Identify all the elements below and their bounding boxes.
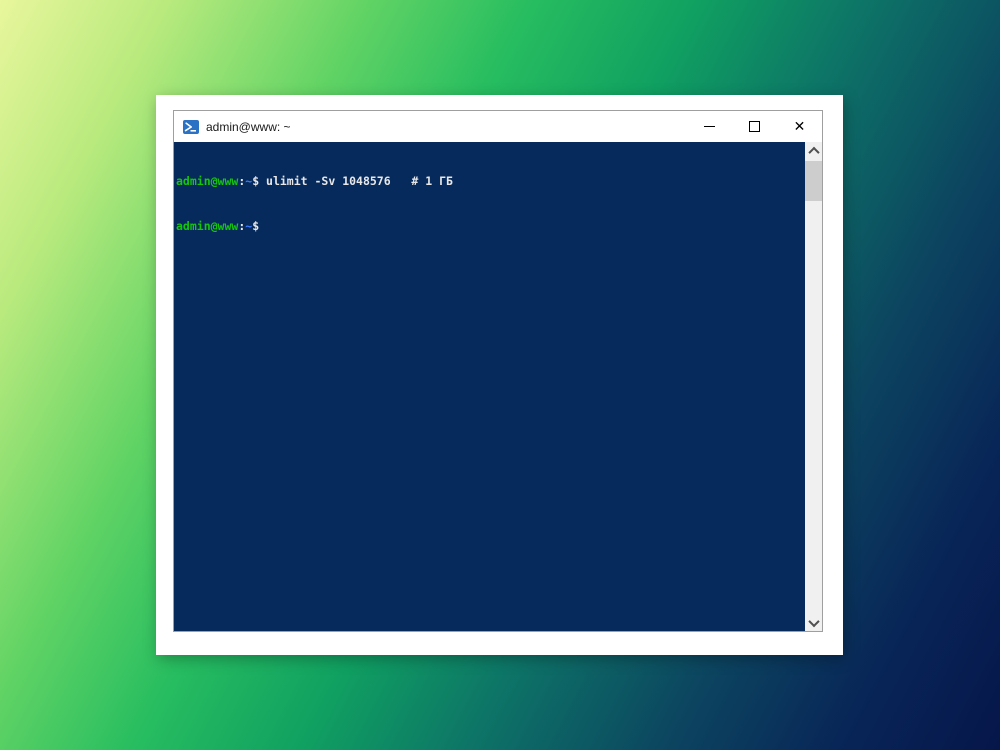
scroll-up-button[interactable] bbox=[805, 142, 822, 159]
desktop-background: admin@www: ~ ✕ admin@www:~$ ulimit -Sv 1… bbox=[0, 0, 1000, 750]
terminal-area[interactable]: admin@www:~$ ulimit -Sv 1048576 # 1 ГБ a… bbox=[174, 142, 822, 631]
window-controls: ✕ bbox=[687, 111, 822, 142]
scrollbar[interactable] bbox=[805, 142, 822, 631]
command-text: $ ulimit -Sv 1048576 # 1 ГБ bbox=[252, 174, 453, 188]
minimize-icon bbox=[704, 126, 715, 127]
close-button[interactable]: ✕ bbox=[777, 111, 822, 142]
terminal-window: admin@www: ~ ✕ admin@www:~$ ulimit -Sv 1… bbox=[173, 110, 823, 632]
terminal-output: admin@www:~$ ulimit -Sv 1048576 # 1 ГБ a… bbox=[174, 142, 805, 631]
scroll-down-button[interactable] bbox=[805, 614, 822, 631]
powershell-icon bbox=[183, 119, 199, 134]
scroll-up-icon bbox=[807, 146, 820, 158]
command-text: $ bbox=[252, 219, 260, 233]
titlebar[interactable]: admin@www: ~ ✕ bbox=[174, 111, 822, 142]
terminal-line: admin@www:~$ bbox=[176, 219, 803, 234]
close-icon: ✕ bbox=[793, 118, 806, 135]
maximize-button[interactable] bbox=[732, 111, 777, 142]
prompt-user: admin@www bbox=[176, 174, 239, 188]
scrollbar-thumb[interactable] bbox=[805, 161, 822, 201]
prompt-user: admin@www bbox=[176, 219, 239, 233]
window-title: admin@www: ~ bbox=[206, 119, 291, 134]
minimize-button[interactable] bbox=[687, 111, 732, 142]
screenshot-card: admin@www: ~ ✕ admin@www:~$ ulimit -Sv 1… bbox=[156, 95, 843, 655]
scroll-down-icon bbox=[807, 615, 820, 627]
maximize-icon bbox=[749, 121, 760, 132]
terminal-line: admin@www:~$ ulimit -Sv 1048576 # 1 ГБ bbox=[176, 174, 803, 189]
